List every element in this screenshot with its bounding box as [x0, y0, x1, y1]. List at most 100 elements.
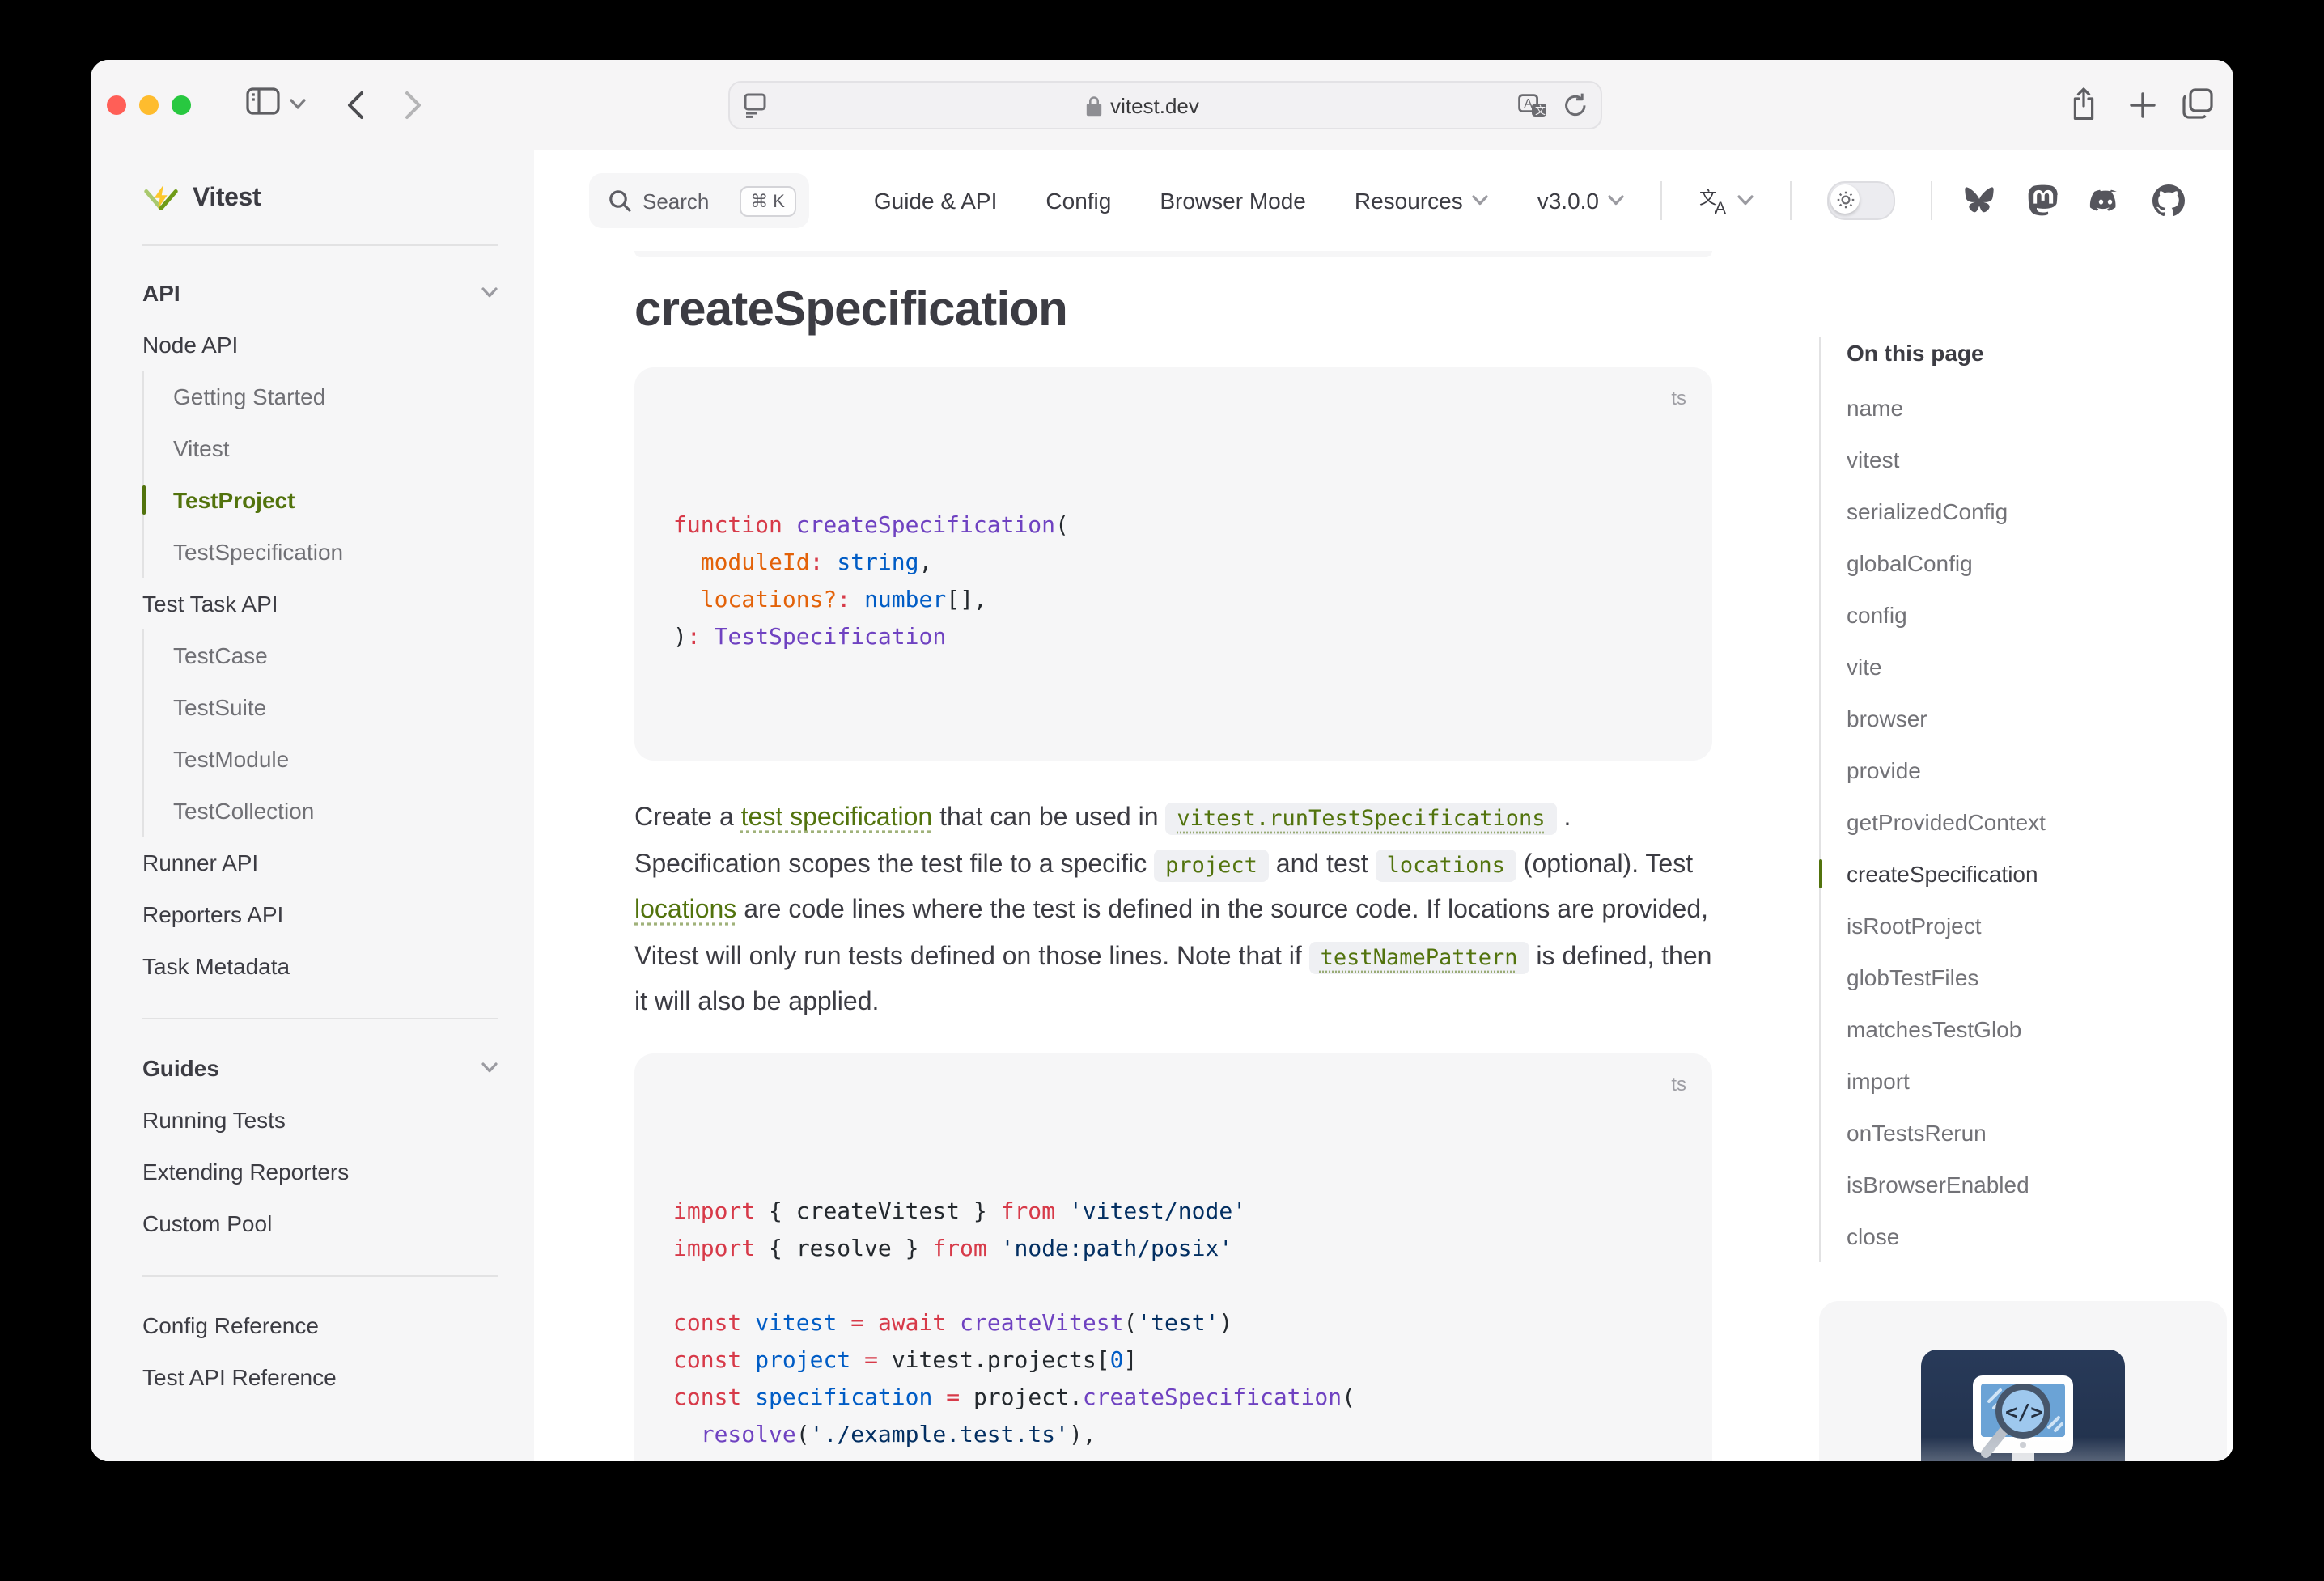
reader-view-icon[interactable] [743, 92, 767, 118]
address-bar[interactable]: vitest.dev A 文 [728, 81, 1602, 129]
sidebar-nested-group: TestCaseTestSuiteTestModuleTestCollectio… [142, 629, 498, 837]
toc-item-serializedconfig[interactable]: serializedConfig [1847, 485, 2227, 537]
translate-page-icon[interactable]: A 文 [1518, 93, 1547, 117]
sidebar-item-label: Test API Reference [142, 1364, 337, 1390]
back-button[interactable] [346, 91, 364, 120]
previous-code-block-edge [634, 251, 1712, 257]
search-label: Search [642, 189, 727, 213]
chevron-down-icon [1737, 194, 1754, 207]
search-icon [609, 189, 631, 212]
sidebar-item-runner-api[interactable]: Runner API [142, 837, 498, 888]
bluesky-icon[interactable] [1963, 184, 1995, 217]
toc-item-import[interactable]: import [1847, 1055, 2227, 1107]
code-line: resolve('./example.test.ts'), [673, 1417, 1673, 1454]
sidebar-item-custom-pool[interactable]: Custom Pool [142, 1197, 498, 1249]
toc-item-vitest[interactable]: vitest [1847, 434, 2227, 485]
sidebar-item-testmodule[interactable]: TestModule [173, 733, 498, 785]
sidebar-item-testspecification[interactable]: TestSpecification [173, 526, 498, 578]
sidebar-item-extending-reporters[interactable]: Extending Reporters [142, 1146, 498, 1197]
sponsor-card[interactable]: </> [1819, 1301, 2227, 1461]
code-line: import { resolve } from 'node:path/posix… [673, 1231, 1673, 1268]
minimize-window-button[interactable] [139, 95, 159, 115]
toc-item-isbrowserenabled[interactable]: isBrowserEnabled [1847, 1159, 2227, 1210]
close-window-button[interactable] [107, 95, 126, 115]
code-line: locations?: number[], [673, 583, 1673, 620]
new-tab-icon[interactable] [2130, 92, 2156, 118]
sidebar-item-config-reference[interactable]: Config Reference [142, 1299, 498, 1351]
search-button[interactable]: Search ⌘ K [589, 173, 809, 228]
code-block-example[interactable]: ts import { createVitest } from 'vitest/… [634, 1053, 1712, 1461]
nav-link-config[interactable]: Config [1045, 188, 1111, 214]
toc-item-isrootproject[interactable]: isRootProject [1847, 900, 2227, 952]
toc-item-config[interactable]: config [1847, 589, 2227, 641]
code-monitor-illustration: </> [1921, 1350, 2125, 1461]
toc-item-browser[interactable]: browser [1847, 693, 2227, 744]
sidebar-item-getting-started[interactable]: Getting Started [173, 371, 498, 422]
sidebar-item-running-tests[interactable]: Running Tests [142, 1094, 498, 1146]
sun-icon [1830, 184, 1860, 214]
toc-item-vite[interactable]: vite [1847, 641, 2227, 693]
chevron-down-icon [1737, 194, 1754, 207]
sidebar-divider [142, 244, 498, 246]
toc-item-provide[interactable]: provide [1847, 744, 2227, 796]
text-run: that can be used in [932, 804, 1165, 832]
toc-item-close[interactable]: close [1847, 1210, 2227, 1262]
maximize-window-button[interactable] [172, 95, 191, 115]
site-body: Vitest APINode APIGetting StartedVitestT… [91, 150, 2233, 1461]
code-line: const project = vitest.projects[0] [673, 1342, 1673, 1380]
code-block-signature[interactable]: ts function createSpecification( moduleI… [634, 367, 1712, 761]
sidebar-item-testcase[interactable]: TestCase [173, 629, 498, 681]
sidebar-item-label: Test Task API [142, 591, 278, 617]
outline-list: namevitestserializedConfigglobalConfigco… [1847, 382, 2227, 1262]
screenshot-stage: vitest.dev A 文 [0, 0, 2324, 1581]
reload-icon[interactable] [1563, 92, 1588, 118]
sidebar-item-api[interactable]: API [142, 267, 498, 319]
brand-name: Vitest [193, 184, 261, 214]
sidebar-item-label: Guides [142, 1055, 219, 1081]
discord-icon[interactable] [2089, 184, 2122, 217]
inline-code: locations [1376, 849, 1516, 881]
sidebar-item-guides[interactable]: Guides [142, 1042, 498, 1094]
toc-item-createspecification[interactable]: createSpecification [1847, 848, 2227, 900]
toc-item-matchestestglob[interactable]: matchesTestGlob [1847, 1003, 2227, 1055]
sidebar-item-reporters-api[interactable]: Reporters API [142, 888, 498, 940]
inline-link[interactable]: locations [634, 896, 736, 924]
toc-item-name[interactable]: name [1847, 382, 2227, 434]
nav-link-v3-0-0[interactable]: v3.0.0 [1537, 188, 1625, 214]
github-icon[interactable] [2152, 184, 2185, 217]
sidebar-section-divider [142, 1275, 498, 1277]
toc-item-globtestfiles[interactable]: globTestFiles [1847, 952, 2227, 1003]
sidebar-item-testproject[interactable]: TestProject [173, 474, 498, 526]
sidebar-item-vitest[interactable]: Vitest [173, 422, 498, 474]
sidebar-item-label: Extending Reporters [142, 1159, 349, 1185]
inline-code-link[interactable]: vitest.runTestSpecifications [1165, 803, 1556, 835]
nav-link-label: v3.0.0 [1537, 188, 1599, 214]
sidebar-item-testsuite[interactable]: TestSuite [173, 681, 498, 733]
sidebar-toggle-icon[interactable] [246, 87, 280, 115]
sidebar-item-test-task-api[interactable]: Test Task API [142, 578, 498, 629]
inline-link[interactable]: test specification [741, 804, 933, 832]
sidebar-nested-group: Getting StartedVitestTestProjectTestSpec… [142, 371, 498, 578]
nav-link-browser-mode[interactable]: Browser Mode [1160, 188, 1306, 214]
toc-item-globalconfig[interactable]: globalConfig [1847, 537, 2227, 589]
tab-overview-icon[interactable] [2182, 87, 2214, 120]
sidebar-chevron-icon[interactable] [290, 99, 306, 110]
brand[interactable]: Vitest [142, 176, 498, 222]
inline-code-link[interactable]: testNamePattern [1309, 941, 1529, 973]
nav-link-guide-api[interactable]: Guide & API [874, 188, 998, 214]
mastodon-icon[interactable] [2026, 184, 2059, 217]
sidebar-item-test-api-reference[interactable]: Test API Reference [142, 1351, 498, 1403]
toc-item-getprovidedcontext[interactable]: getProvidedContext [1847, 796, 2227, 848]
sidebar-item-task-metadata[interactable]: Task Metadata [142, 940, 498, 992]
theme-toggle[interactable] [1827, 181, 1895, 220]
share-icon[interactable] [2070, 87, 2097, 121]
toc-item-ontestsrerun[interactable]: onTestsRerun [1847, 1107, 2227, 1159]
nav-link-label: Browser Mode [1160, 188, 1306, 214]
sidebar-item-testcollection[interactable]: TestCollection [173, 785, 498, 837]
svg-text:文: 文 [1535, 104, 1546, 116]
translate-icon[interactable]: 文A [1698, 186, 1730, 215]
code-lang-badge: ts [1671, 1066, 1686, 1103]
sidebar-item-node-api[interactable]: Node API [142, 319, 498, 371]
nav-link-resources[interactable]: Resources [1355, 188, 1489, 214]
forward-button[interactable] [405, 91, 422, 120]
